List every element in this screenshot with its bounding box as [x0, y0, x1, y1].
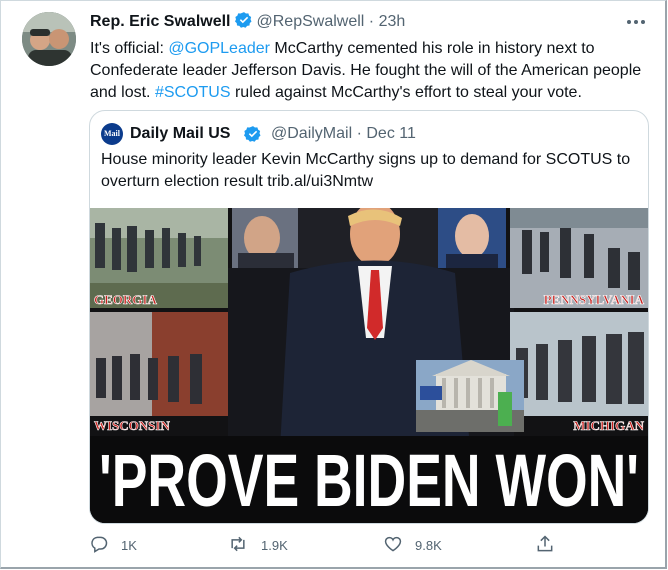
share-icon	[535, 534, 567, 557]
separator-dot: ·	[368, 13, 375, 30]
tweet-text-part: ruled against McCarthy's effort to steal…	[230, 84, 582, 101]
quoted-author-name[interactable]: Daily Mail US	[130, 123, 230, 145]
daily-mail-logo: Mail	[101, 123, 123, 145]
verified-badge-icon	[244, 125, 262, 150]
label-georgia: GEORGIA	[94, 292, 157, 307]
label-wisconsin: WISCONSIN	[94, 418, 170, 433]
tweet-timestamp[interactable]: 23h	[379, 13, 406, 30]
avatar-photo	[22, 12, 76, 66]
heart-icon	[383, 534, 415, 557]
share-button[interactable]	[535, 534, 567, 556]
tweet-actions: 1K 1.9K 9.8K	[1, 534, 665, 556]
retweet-button[interactable]: 1.9K	[227, 534, 288, 556]
quoted-tweet-image[interactable]: GEORGIA PENNSYLVANIA WISCONSIN MICHIGAN …	[90, 208, 648, 523]
headline-text: 'PROVE BIDEN WON'	[99, 439, 639, 522]
retweet-count: 1.9K	[261, 537, 288, 553]
more-options-icon[interactable]	[624, 12, 648, 32]
tweet-header: Rep. Eric Swalwell @RepSwalwell · 23h	[90, 11, 405, 36]
verified-badge-icon	[234, 11, 253, 36]
tweet-text-part: It's official:	[90, 40, 169, 57]
label-michigan: MICHIGAN	[573, 418, 644, 433]
hashtag-link[interactable]: #SCOTUS	[155, 84, 231, 101]
author-name[interactable]: Rep. Eric Swalwell	[90, 13, 231, 30]
reply-button[interactable]: 1K	[89, 534, 137, 556]
reply-count: 1K	[121, 537, 137, 553]
quoted-tweet[interactable]: Mail Daily Mail US @DailyMail · Dec 11 H…	[89, 110, 649, 524]
retweet-icon	[227, 534, 261, 557]
author-handle[interactable]: @RepSwalwell	[257, 13, 365, 30]
michigan-photo	[510, 312, 648, 416]
reply-icon	[89, 534, 121, 557]
tweet-card[interactable]: Rep. Eric Swalwell @RepSwalwell · 23h It'…	[0, 0, 667, 569]
label-pennsylvania: PENNSYLVANIA	[544, 292, 645, 307]
tweet-text: It's official: @GOPLeader McCarthy cemen…	[90, 38, 650, 104]
like-count: 9.8K	[415, 537, 442, 553]
quoted-tweet-text: House minority leader Kevin McCarthy sig…	[101, 151, 631, 190]
like-button[interactable]: 9.8K	[383, 534, 442, 556]
author-avatar[interactable]	[22, 12, 76, 66]
quoted-handle-time[interactable]: @DailyMail · Dec 11	[271, 123, 416, 145]
mention-link[interactable]: @GOPLeader	[168, 40, 270, 57]
